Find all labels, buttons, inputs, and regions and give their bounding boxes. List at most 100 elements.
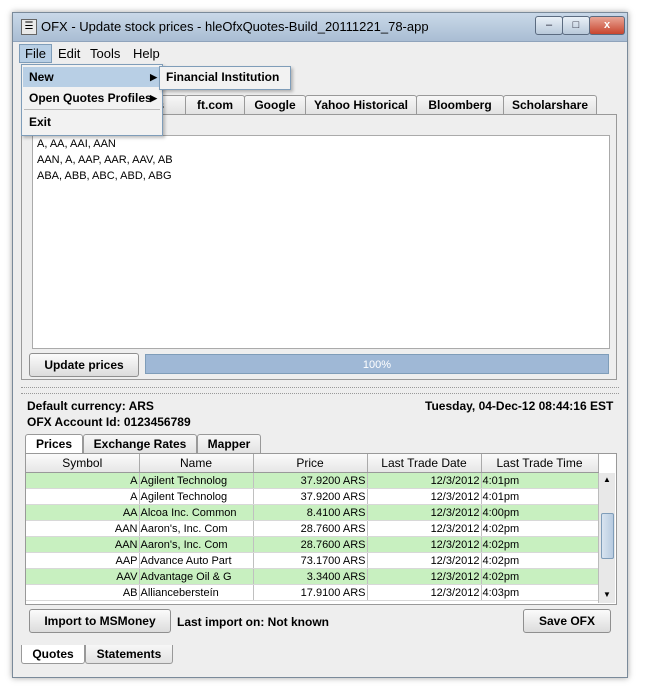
cell-name[interactable]: Advance Auto Part — [139, 552, 254, 569]
account-id-label: OFX Account Id: 0123456789 — [27, 415, 191, 429]
cell-price[interactable]: 3.3400 ARS — [253, 568, 368, 585]
menu-tools[interactable]: Tools — [85, 45, 125, 62]
cell-last-trade-time[interactable]: 4:00pm — [481, 504, 599, 521]
cell-name[interactable]: Aaron's, Inc. Com — [139, 520, 254, 537]
table-row[interactable]: AB Alliancebersteín 17.9100 ARS 12/3/2012 4:… — [26, 584, 599, 601]
cell-last-trade-date[interactable]: 12/3/2012 — [367, 488, 482, 505]
cell-name[interactable]: Agilent Technolog — [139, 472, 254, 489]
maximize-button[interactable]: □ — [562, 16, 590, 35]
tab-bloomberg[interactable]: Bloomberg — [416, 95, 504, 114]
bottom-tabs: Quotes Statements — [21, 645, 321, 665]
split-pane-divider[interactable] — [21, 387, 619, 394]
cell-symbol[interactable]: AB — [26, 584, 140, 601]
submenu-arrow-icon: ▶ — [150, 93, 157, 103]
cell-last-trade-time[interactable]: 4:01pm — [481, 472, 599, 489]
scroll-down-arrow-icon[interactable]: ▼ — [599, 588, 615, 602]
tab-yahoo-historical[interactable]: Yahoo Historical — [305, 95, 417, 114]
tab-quotes[interactable]: Quotes — [21, 645, 85, 664]
import-msmoney-button[interactable]: Import to MSMoney — [29, 609, 171, 633]
table-row[interactable]: AA Alcoa Inc. Common 8.4100 ARS 12/3/2012 4:… — [26, 504, 599, 521]
last-import-label: Last import on: Not known — [177, 615, 329, 629]
scroll-thumb[interactable] — [601, 513, 614, 559]
table-scrollbar[interactable]: ▲ ▼ — [598, 473, 615, 603]
menu-help[interactable]: Help — [128, 45, 165, 62]
column-header-last-trade-time[interactable]: Last Trade Time — [481, 454, 599, 473]
cell-name[interactable]: Alcoa Inc. Common — [139, 504, 254, 521]
cell-price[interactable]: 37.9200 ARS — [253, 488, 368, 505]
scroll-up-arrow-icon[interactable]: ▲ — [599, 473, 615, 487]
window-title: OFX - Update stock prices - hleOfxQuotes… — [41, 19, 429, 34]
cell-price[interactable]: 8.4100 ARS — [253, 504, 368, 521]
cell-price[interactable]: 28.7600 ARS — [253, 536, 368, 553]
menu-file[interactable]: File — [19, 44, 52, 63]
cell-last-trade-time[interactable]: 4:01pm — [481, 488, 599, 505]
cell-symbol[interactable]: AAN — [26, 520, 140, 537]
cell-price[interactable]: 37.9200 ARS — [253, 472, 368, 489]
title-bar[interactable]: ☰ OFX - Update stock prices - hleOfxQuot… — [13, 13, 627, 42]
minimize-button[interactable]: – — [535, 16, 563, 35]
menu-item-exit[interactable]: Exit — [23, 112, 161, 132]
table-row[interactable]: A Agilent Technolog 37.9200 ARS 12/3/2012 4:… — [26, 488, 599, 505]
column-header-price[interactable]: Price — [253, 454, 368, 473]
cell-last-trade-time[interactable]: 4:02pm — [481, 520, 599, 537]
save-ofx-button[interactable]: Save OFX — [523, 609, 611, 633]
tab-google[interactable]: Google — [244, 95, 306, 114]
update-prices-button[interactable]: Update prices — [29, 353, 139, 377]
tab-scholarshare[interactable]: Scholarshare — [503, 95, 597, 114]
cell-name[interactable]: Agilent Technolog — [139, 488, 254, 505]
datetime-label: Tuesday, 04-Dec-12 08:44:16 EST — [425, 399, 614, 413]
cell-last-trade-date[interactable]: 12/3/2012 — [367, 520, 482, 537]
cell-last-trade-date[interactable]: 12/3/2012 — [367, 504, 482, 521]
cell-last-trade-date[interactable]: 12/3/2012 — [367, 472, 482, 489]
cell-symbol[interactable]: AA — [26, 504, 140, 521]
tab-ftcom[interactable]: ft.com — [185, 95, 245, 114]
file-dropdown: New ▶ Open Quotes Profiles ▶ Exit — [21, 64, 163, 136]
cell-last-trade-time[interactable]: 4:03pm — [481, 584, 599, 601]
column-header-name[interactable]: Name — [139, 454, 254, 473]
quote-source-panel: A, AA, AAI, AAN AAN, A, AAP, AAR, AAV, A… — [21, 114, 617, 380]
cell-symbol[interactable]: A — [26, 488, 140, 505]
menu-bar: File Edit Tools Help — [13, 42, 627, 64]
menu-edit[interactable]: Edit — [53, 45, 85, 62]
prices-table: Symbol Name Price Last Trade Date Last T… — [25, 453, 617, 605]
cell-symbol[interactable]: AAP — [26, 552, 140, 569]
menu-item-financial-institution[interactable]: Financial Institution — [166, 70, 279, 84]
tab-statements[interactable]: Statements — [85, 645, 173, 664]
cell-symbol[interactable]: AAV — [26, 568, 140, 585]
table-row[interactable]: AAV Advantage Oil & G 3.3400 ARS 12/3/2012 4… — [26, 568, 599, 585]
menu-separator — [24, 109, 160, 110]
table-row[interactable]: AAN Aaron's, Inc. Com 28.7600 ARS 12/3/2012… — [26, 536, 599, 553]
cell-last-trade-date[interactable]: 12/3/2012 — [367, 568, 482, 585]
column-header-symbol[interactable]: Symbol — [26, 454, 140, 473]
cell-symbol[interactable]: AAN — [26, 536, 140, 553]
table-row[interactable]: AAP Advance Auto Part 73.1700 ARS 12/3/2012… — [26, 552, 599, 569]
app-icon: ☰ — [21, 19, 37, 35]
cell-price[interactable]: 28.7600 ARS — [253, 520, 368, 537]
prices-grid: Symbol Name Price Last Trade Date Last T… — [26, 454, 599, 601]
cell-last-trade-time[interactable]: 4:02pm — [481, 552, 599, 569]
cell-last-trade-time[interactable]: 4:02pm — [481, 568, 599, 585]
cell-name[interactable]: Advantage Oil & G — [139, 568, 254, 585]
close-button[interactable]: x — [589, 16, 625, 35]
menu-item-open-quotes-profiles[interactable]: Open Quotes Profiles ▶ — [23, 88, 161, 108]
tab-mapper[interactable]: Mapper — [197, 434, 261, 453]
table-row[interactable]: A Agilent Technolog 37.9200 ARS 12/3/2012 4:… — [26, 472, 599, 489]
cell-name[interactable]: Alliancebersteín — [139, 584, 254, 601]
symbols-textarea[interactable]: A, AA, AAI, AAN AAN, A, AAP, AAR, AAV, A… — [32, 135, 610, 349]
table-row[interactable]: AAN Aaron's, Inc. Com 28.7600 ARS 12/3/2012… — [26, 520, 599, 537]
update-progress-bar: 100% — [145, 354, 609, 374]
symbols-line: A, AA, AAI, AAN — [37, 138, 116, 150]
menu-item-new-label: New — [29, 70, 54, 84]
cell-price[interactable]: 73.1700 ARS — [253, 552, 368, 569]
tab-exchange-rates[interactable]: Exchange Rates — [83, 434, 197, 453]
cell-last-trade-date[interactable]: 12/3/2012 — [367, 536, 482, 553]
tab-prices[interactable]: Prices — [25, 434, 83, 453]
cell-symbol[interactable]: A — [26, 472, 140, 489]
cell-price[interactable]: 17.9100 ARS — [253, 584, 368, 601]
cell-last-trade-time[interactable]: 4:02pm — [481, 536, 599, 553]
cell-name[interactable]: Aaron's, Inc. Com — [139, 536, 254, 553]
menu-item-new[interactable]: New ▶ — [23, 67, 161, 87]
cell-last-trade-date[interactable]: 12/3/2012 — [367, 552, 482, 569]
cell-last-trade-date[interactable]: 12/3/2012 — [367, 584, 482, 601]
column-header-last-trade-date[interactable]: Last Trade Date — [367, 454, 482, 473]
